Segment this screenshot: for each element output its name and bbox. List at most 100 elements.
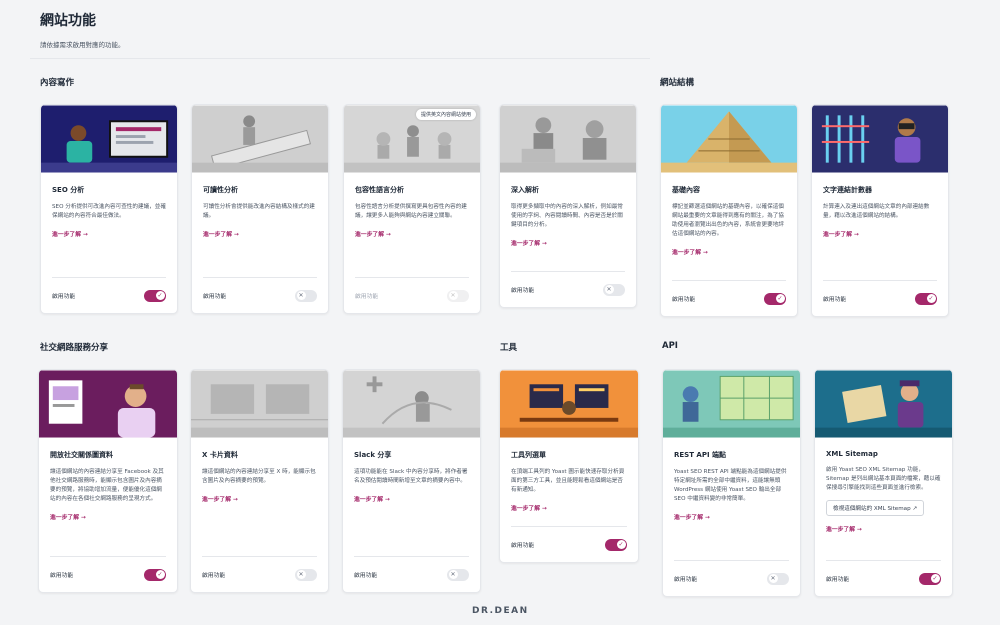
learn-more-link[interactable]: 進一步了解 →	[511, 503, 547, 512]
open-graph-illustration	[39, 370, 177, 438]
learn-more-link[interactable]: 進一步了解 →	[52, 229, 88, 238]
enable-toggle[interactable]: ✕	[295, 289, 317, 302]
external-link-icon: ↗	[912, 506, 918, 512]
card-description: 計算連入及連出這個網站文章的內部連結數量，藉以改進這個網站的結構。	[823, 204, 930, 219]
learn-more-link[interactable]: 進一步了解 →	[50, 512, 86, 521]
close-icon: ✕	[448, 570, 458, 579]
card-description: Yoast SEO REST API 端點能為這個網站提供特定網址所需的全部中繼…	[674, 469, 787, 502]
check-icon: ✓	[155, 570, 165, 579]
learn-more-link[interactable]: 進一步了解 →	[823, 229, 859, 238]
card-title: REST API 端點	[674, 451, 727, 459]
enable-toggle[interactable]: ✓	[915, 292, 937, 305]
section-title-tools: 工具	[500, 343, 518, 353]
card-footer: 啟用功能 ✕	[355, 277, 469, 313]
view-xml-sitemap-label: 檢視這個網站的 XML Sitemap	[833, 506, 911, 512]
check-icon: ✓	[616, 540, 626, 549]
learn-more-link[interactable]: 進一步了解 →	[511, 238, 547, 247]
enable-toggle[interactable]: ✕	[447, 568, 469, 581]
seo-analysis-illustration	[41, 105, 177, 173]
learn-more-link[interactable]: 進一步了解 →	[355, 229, 391, 238]
card-description: 標記並篩選這個網站的基礎內容，以確保這個網站最重要的文章能得到應有的關注，為了協…	[672, 204, 784, 237]
feature-card-inclusive-language: 提供英文內容網站使用 包容性語言分析 包容性語言分析提供撰寫更具包容性內容的建議…	[343, 104, 481, 314]
check-icon: ✓	[926, 294, 936, 303]
feature-card-admin-bar: 工具列選單 在頂端工具列的 Yoast 圖示能快速存取分析頁面的第三方工具，並且…	[499, 369, 639, 563]
card-title: 開放社交關係圖資料	[50, 451, 113, 459]
toggle-label: 啟用功能	[826, 577, 850, 583]
close-icon: ✕	[296, 291, 306, 300]
card-footer: 啟用功能 ✕	[202, 556, 317, 592]
enable-toggle[interactable]: ✓	[919, 572, 941, 585]
enable-toggle[interactable]: ✓	[144, 568, 166, 581]
card-description: 可讀性分析會提供能改進內容結構及樣式的建議。	[203, 204, 315, 219]
card-description: 在頂端工具列的 Yoast 圖示能快速存取分析頁面的第三方工具，並且能輕鬆看這個…	[511, 469, 625, 493]
toggle-label: 啟用功能	[823, 297, 847, 303]
header-divider	[30, 58, 650, 59]
toggle-label: 啟用功能	[203, 294, 227, 300]
feature-card-cornerstone: 基礎內容 標記並篩選這個網站的基礎內容，以確保這個網站最重要的文章能得到應有的關…	[660, 104, 798, 317]
card-title: 文字連結計數器	[823, 186, 872, 194]
text-link-counter-illustration	[812, 105, 948, 173]
card-footer: 啟用功能 ✓	[672, 280, 786, 316]
english-only-badge: 提供英文內容網站使用	[415, 109, 476, 120]
toggle-label: 啟用功能	[52, 294, 76, 300]
learn-more-link[interactable]: 進一步了解 →	[674, 512, 710, 521]
card-footer: 啟用功能 ✕	[511, 271, 625, 307]
page-subtitle: 請依據需求啟用對應的功能。	[40, 41, 125, 49]
toggle-label: 啟用功能	[511, 543, 535, 549]
card-footer: 啟用功能 ✕	[354, 556, 469, 592]
card-description: 包容性語言分析提供撰寫更具包容性內容的建議，讓更多人能夠與網站內容建立關聯。	[355, 204, 467, 219]
feature-card-text-link-counter: 文字連結計數器 計算連入及連出這個網站文章的內部連結數量，藉以改進這個網站的結構…	[811, 104, 949, 317]
toggle-label: 啟用功能	[50, 573, 74, 579]
xml-sitemap-illustration	[815, 370, 952, 438]
card-title: XML Sitemap	[826, 450, 878, 458]
feature-card-open-graph: 開放社交關係圖資料 讓這個網站的內容連結分享至 Facebook 及其他社交網路…	[38, 369, 178, 593]
close-icon: ✕	[768, 574, 778, 583]
card-description: 啟用 Yoast SEO XML Sitemap 功能，Sitemap 是列出網…	[826, 467, 941, 491]
x-card-illustration	[191, 370, 328, 438]
page-header: 網站功能 請依據需求啟用對應的功能。	[40, 10, 125, 49]
card-title: Slack 分享	[354, 451, 392, 459]
enable-toggle: ✕	[447, 289, 469, 302]
close-icon: ✕	[604, 285, 614, 294]
card-title: SEO 分析	[52, 186, 85, 194]
card-description: 這項功能能在 Slack 中內容分享時，將作者署名及預估閱讀時間新增至文章的摘要…	[354, 469, 468, 484]
enable-toggle[interactable]: ✓	[144, 289, 166, 302]
learn-more-link[interactable]: 進一步了解 →	[826, 524, 862, 533]
learn-more-link[interactable]: 進一步了解 →	[202, 494, 238, 503]
close-icon: ✕	[448, 291, 458, 300]
feature-card-slack: Slack 分享 這項功能能在 Slack 中內容分享時，將作者署名及預估閱讀時…	[342, 369, 481, 593]
card-footer: 啟用功能 ✓	[50, 556, 166, 592]
feature-card-xml-sitemap: XML Sitemap 啟用 Yoast SEO XML Sitemap 功能，…	[814, 369, 953, 597]
card-title: X 卡片資料	[202, 451, 238, 459]
learn-more-link[interactable]: 進一步了解 →	[203, 229, 239, 238]
section-title-structure: 網站結構	[660, 78, 695, 88]
inclusive-language-illustration: 提供英文內容網站使用	[344, 105, 480, 173]
learn-more-link[interactable]: 進一步了解 →	[354, 494, 390, 503]
card-footer: 啟用功能 ✓	[511, 526, 627, 562]
toggle-label: 啟用功能	[672, 297, 696, 303]
feature-card-readability: 可讀性分析 可讀性分析會提供能改進內容結構及樣式的建議。 進一步了解 → 啟用功…	[191, 104, 329, 314]
toggle-label: 啟用功能	[674, 577, 698, 583]
toggle-label: 啟用功能	[202, 573, 226, 579]
card-description: 讓這個網站的內容連結分享至 Facebook 及其他社交網路服務時，能顯示包含圖…	[50, 469, 164, 502]
card-footer: 啟用功能 ✓	[826, 560, 941, 596]
card-description: 取得更多擷取中的內容的深入解析，例如最常使用的字詞、內容閱讀時間、內容是否是於關…	[511, 204, 623, 228]
slack-illustration	[343, 370, 480, 438]
card-title: 包容性語言分析	[355, 186, 404, 194]
card-description: 讓這個網站的內容連結分享至 X 時，能顯示包含圖片及內容摘要的預覽。	[202, 469, 316, 484]
enable-toggle[interactable]: ✓	[605, 538, 627, 551]
admin-bar-illustration	[500, 370, 638, 438]
card-title: 工具列選單	[511, 451, 546, 459]
enable-toggle[interactable]: ✓	[764, 292, 786, 305]
learn-more-link[interactable]: 進一步了解 →	[672, 247, 708, 256]
enable-toggle[interactable]: ✕	[767, 572, 789, 585]
section-title-social: 社交網路服務分享	[40, 343, 109, 353]
view-xml-sitemap-button[interactable]: 檢視這個網站的 XML Sitemap ↗	[826, 500, 925, 516]
enable-toggle[interactable]: ✕	[603, 283, 625, 296]
check-icon: ✓	[775, 294, 785, 303]
footer-logo: DR.DEAN	[472, 606, 529, 616]
card-footer: 啟用功能 ✓	[823, 280, 937, 316]
toggle-label: 啟用功能	[354, 573, 378, 579]
card-footer: 啟用功能 ✓	[52, 277, 166, 313]
enable-toggle[interactable]: ✕	[295, 568, 317, 581]
